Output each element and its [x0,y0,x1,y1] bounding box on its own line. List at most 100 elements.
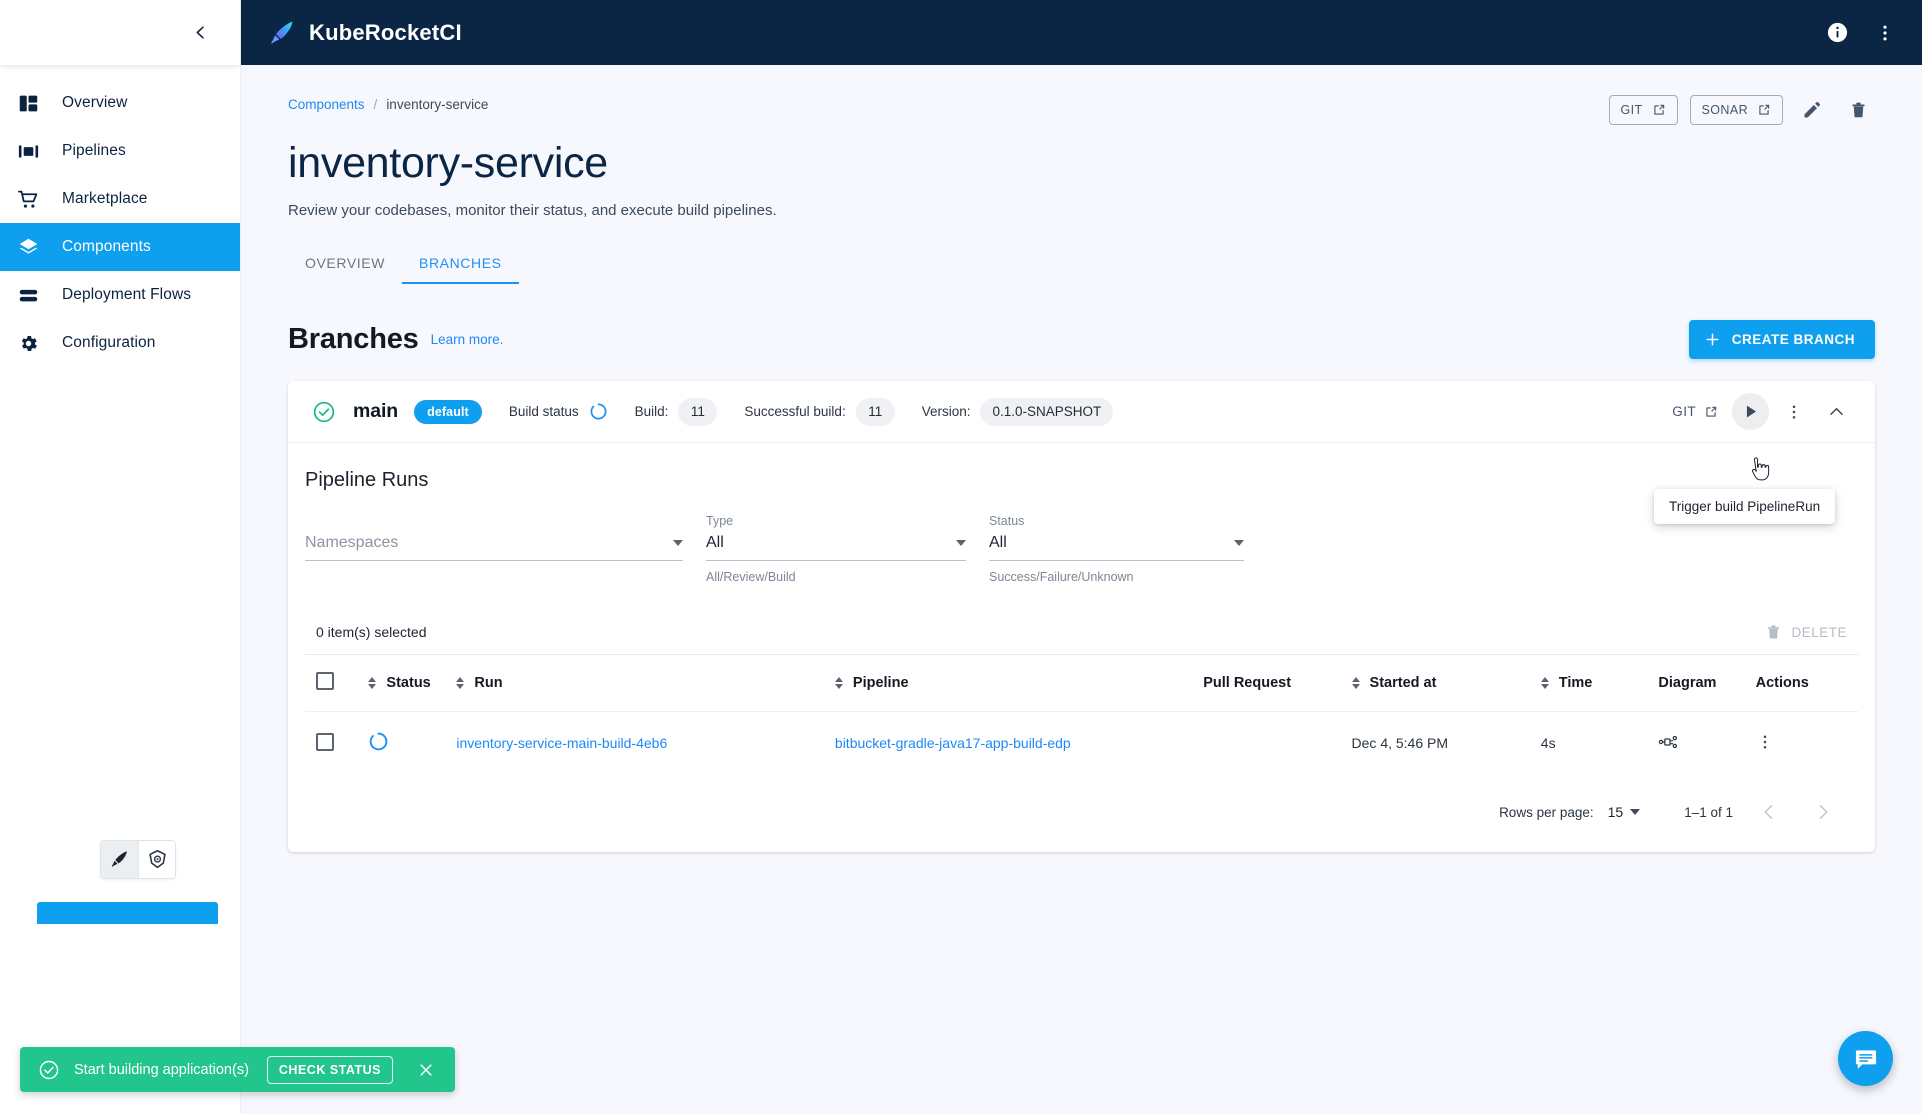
create-branch-button[interactable]: CREATE BRANCH [1688,320,1875,359]
successful-build-meta: Successful build: 11 [744,397,895,426]
diagram-button[interactable] [1658,732,1678,752]
sidebar-item-label: Marketplace [62,190,148,207]
pagination-next-button[interactable] [1805,794,1841,830]
status-filter: Status All Success/Failure/Unknown [989,514,1244,584]
build-status-meta: Build status [509,402,608,421]
rows-per-page-select[interactable]: 15 [1608,804,1641,820]
th-time[interactable]: Time [1540,655,1659,712]
toast-close-button[interactable] [413,1057,439,1083]
sidebar-item-overview[interactable]: Overview [0,79,240,127]
selection-count: 0 item(s) selected [316,624,427,640]
th-time-label: Time [1558,675,1593,691]
sidebar-item-configuration[interactable]: Configuration [0,319,240,367]
delete-selected-label: DELETE [1791,624,1847,640]
rocket-feather-icon [267,18,297,48]
successful-build-value: 11 [855,397,895,426]
cluster-toggle-kubernetes[interactable] [138,841,175,878]
breadcrumb-row: Components / inventory-service GIT SONAR [288,93,1875,127]
delete-selected-button[interactable]: DELETE [1765,624,1847,641]
sidebar-item-marketplace[interactable]: Marketplace [0,175,240,223]
row-time-cell: 4s [1540,711,1659,774]
branch-git-link[interactable]: GIT [1664,398,1726,425]
run-link[interactable]: inventory-service-main-build-4eb6 [456,735,667,751]
trigger-build-button[interactable] [1732,393,1769,430]
gear-icon [14,329,42,357]
sidebar-item-pipelines[interactable]: Pipelines [0,127,240,175]
sort-arrows-icon [456,677,465,689]
th-pull-request-label: Pull Request [1203,675,1292,691]
brand-title: KubeRocketCI [309,19,462,45]
sidebar-item-deployment-flows[interactable]: Deployment Flows [0,271,240,319]
row-pull-request-cell [1203,711,1352,774]
sidebar: Overview Pipelines Marketplace Component… [0,0,241,1114]
branch-overflow-menu-button[interactable] [1775,393,1812,430]
row-checkbox[interactable] [316,732,334,751]
select-all-checkbox[interactable] [316,672,334,690]
sidebar-item-label: Pipelines [62,142,126,159]
build-count-meta: Build: 11 [635,397,718,426]
kubernetes-icon [148,849,166,869]
table-pagination: Rows per page: 15 1–1 of 1 [305,774,1858,852]
type-filter-label: Type [706,514,734,528]
type-select[interactable]: All [706,534,966,561]
branch-card: main default Build status Build: 11 Succ… [288,381,1875,852]
th-pull-request: Pull Request [1203,655,1351,712]
sort-arrows-icon [368,677,377,689]
check-circle-icon [38,1059,60,1081]
th-pipeline[interactable]: Pipeline [834,655,1203,712]
sidebar-item-label: Overview [62,94,128,111]
pipeline-link[interactable]: bitbucket-gradle-java17-app-build-edp [835,735,1071,751]
cluster-toggle-kuberocketci[interactable] [101,841,138,878]
sonar-button[interactable]: SONAR [1689,95,1783,125]
sidebar-nav: Overview Pipelines Marketplace Component… [0,65,240,367]
row-status-cell [368,711,457,774]
sidebar-item-label: Configuration [62,334,156,351]
learn-more-link[interactable]: Learn more. [431,332,504,347]
version-meta: Version: 0.1.0-SNAPSHOT [922,397,1114,426]
toast-check-status-button[interactable]: CHECK STATUS [266,1055,393,1084]
th-started-at[interactable]: Started at [1351,655,1541,712]
pagination-prev-button[interactable] [1751,794,1787,830]
version-value: 0.1.0-SNAPSHOT [980,397,1114,426]
row-select-cell [305,711,369,774]
sidebar-item-components[interactable]: Components [0,223,240,271]
chat-fab-button[interactable] [1838,1031,1893,1086]
edit-component-button[interactable] [1795,93,1829,127]
th-status[interactable]: Status [368,655,456,712]
info-button[interactable] [1822,18,1852,48]
row-overflow-menu-button[interactable] [1756,733,1774,751]
table-row: inventory-service-main-build-4eb6 bitbuc… [305,711,1858,774]
namespaces-select[interactable]: Namespaces [305,534,683,561]
git-button[interactable]: GIT [1608,95,1678,125]
status-select[interactable]: All [989,534,1244,561]
pipeline-runs-table: Status Run Pipeline Pull Request Started… [305,654,1858,774]
trigger-build-tooltip: Trigger build PipelineRun [1654,489,1836,524]
dashboard-icon [14,89,42,117]
pipeline-runs-section: Pipeline Runs Namespaces Type All All/Re… [288,443,1875,852]
th-run[interactable]: Run [456,655,835,712]
namespaces-filter-label [305,514,683,530]
brand: KubeRocketCI [267,18,462,48]
th-run-label: Run [474,675,503,691]
tab-bar: OVERVIEW BRANCHES [288,245,1875,284]
status-filter-label: Status [989,514,1025,528]
sort-arrows-icon [1540,677,1549,689]
sidebar-collapse-button[interactable] [184,17,216,49]
app-root: Overview Pipelines Marketplace Component… [0,0,1922,1114]
chevron-left-icon [196,26,204,39]
chevron-down-icon [1234,540,1244,546]
external-link-icon [1653,104,1664,115]
external-link-icon [1706,406,1717,417]
sidebar-bottom-accent [37,902,218,924]
breadcrumb-link-components[interactable]: Components [288,97,365,112]
topbar-overflow-menu-button[interactable] [1870,18,1900,48]
table-head: Status Run Pipeline Pull Request Started… [305,654,1858,712]
delete-component-button[interactable] [1841,93,1875,127]
th-actions: Actions [1756,655,1858,712]
sidebar-item-label: Deployment Flows [62,286,192,303]
chevron-down-icon [673,540,683,546]
tab-branches[interactable]: BRANCHES [402,245,519,284]
breadcrumb-separator: / [373,97,378,112]
tab-overview[interactable]: OVERVIEW [288,245,402,284]
branch-collapse-button[interactable] [1818,393,1855,430]
